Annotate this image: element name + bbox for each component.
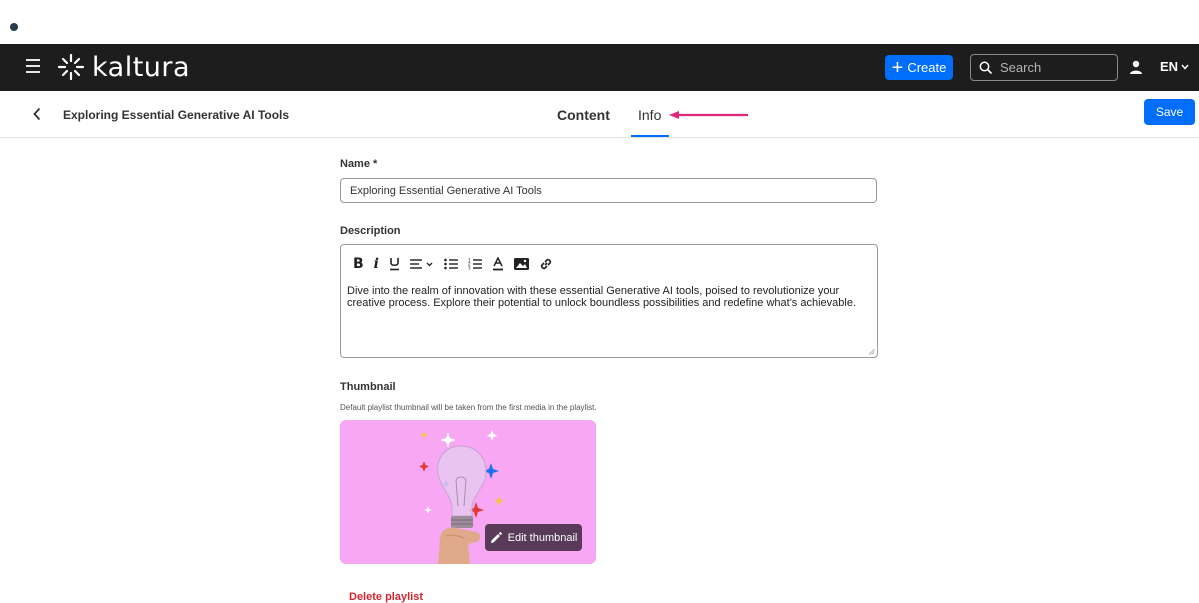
kaltura-logo-icon — [57, 53, 85, 81]
search-input[interactable] — [998, 59, 1112, 76]
description-label: Description — [340, 225, 401, 237]
svg-text:3: 3 — [468, 266, 471, 271]
align-icon[interactable] — [410, 255, 434, 273]
active-tab-indicator — [631, 135, 669, 137]
thumbnail-hint: Default playlist thumbnail will be taken… — [340, 403, 597, 412]
resize-handle-icon[interactable] — [868, 348, 875, 355]
pencil-icon — [490, 531, 502, 543]
search-icon — [979, 61, 992, 74]
thumbnail-image: Edit thumbnail — [340, 420, 596, 564]
hamburger-menu-icon[interactable] — [26, 59, 40, 75]
edit-thumbnail-label: Edit thumbnail — [507, 531, 578, 544]
name-label: Name * — [340, 158, 378, 170]
text-color-icon[interactable] — [492, 255, 504, 273]
search-box[interactable] — [970, 54, 1118, 81]
chevron-down-icon — [1181, 64, 1189, 70]
description-text[interactable]: Dive into the realm of innovation with t… — [347, 285, 869, 309]
italic-icon[interactable]: i — [374, 255, 379, 273]
logo-text: kaltura — [92, 51, 191, 83]
edit-thumbnail-button[interactable]: Edit thumbnail — [485, 524, 582, 551]
sub-header: Exploring Essential Generative AI Tools … — [0, 91, 1199, 138]
top-bar: kaltura + Create EN — [0, 44, 1199, 91]
tab-content[interactable]: Content — [557, 107, 610, 123]
back-arrow-icon[interactable] — [32, 107, 42, 121]
image-icon[interactable] — [514, 255, 529, 273]
editor-toolbar: B i 123 — [353, 255, 563, 273]
bullet-list-icon[interactable] — [444, 255, 458, 273]
save-button[interactable]: Save — [1144, 99, 1195, 125]
create-label: Create — [907, 60, 947, 75]
language-label: EN — [1160, 59, 1179, 74]
name-field[interactable]: Exploring Essential Generative AI Tools — [340, 178, 877, 203]
status-dot — [10, 23, 18, 31]
description-editor[interactable]: B i 123 Dive into the realm of innovatio… — [340, 244, 878, 358]
numbered-list-icon[interactable]: 123 — [468, 255, 482, 273]
language-selector[interactable]: EN — [1160, 59, 1189, 74]
annotation-arrow-icon — [669, 111, 748, 119]
kaltura-logo[interactable]: kaltura — [56, 51, 191, 83]
bold-icon[interactable]: B — [353, 255, 364, 273]
tab-info[interactable]: Info — [638, 107, 661, 123]
plus-icon: + — [891, 56, 904, 79]
page-title: Exploring Essential Generative AI Tools — [63, 108, 290, 122]
delete-playlist-link[interactable]: Delete playlist — [349, 591, 423, 603]
link-icon[interactable] — [539, 255, 553, 273]
thumbnail-label: Thumbnail — [340, 381, 396, 393]
user-icon[interactable] — [1129, 60, 1143, 74]
underline-icon[interactable] — [389, 255, 400, 273]
create-button[interactable]: + Create — [885, 55, 953, 80]
